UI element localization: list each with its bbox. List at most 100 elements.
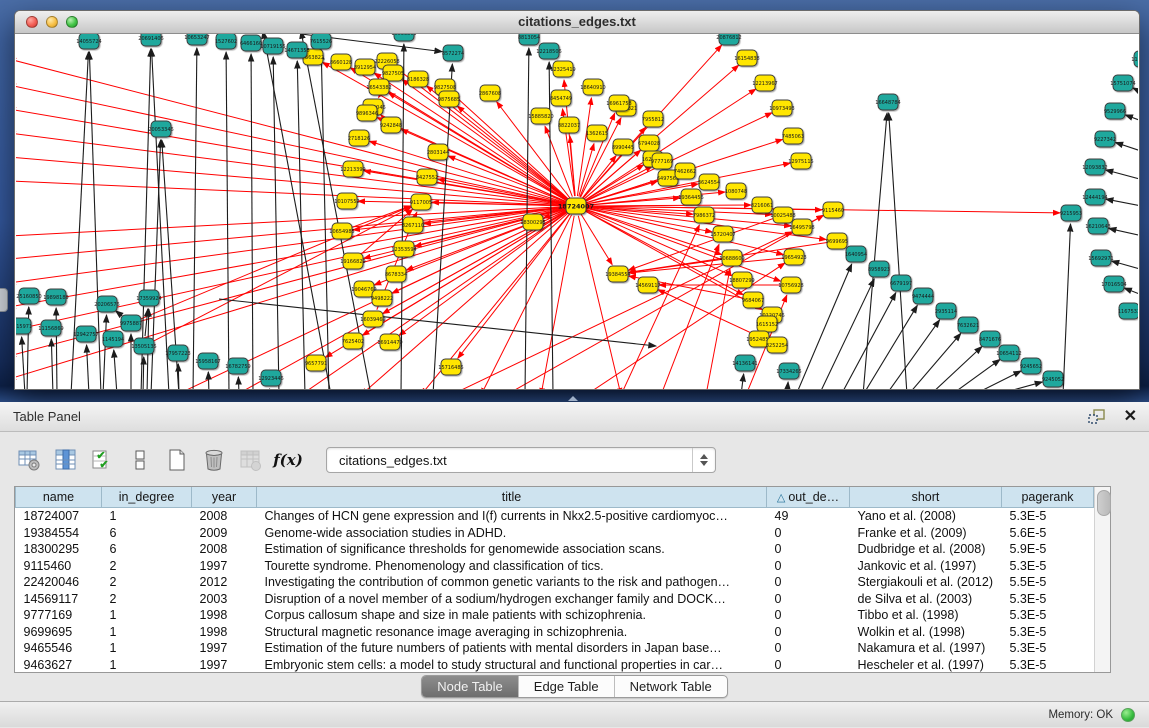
table-row[interactable]: 946362711997Embryonic stem cells: a mode…	[16, 657, 1094, 674]
column-header-name[interactable]: name	[16, 487, 102, 508]
window-titlebar[interactable]: citations_edges.txt	[15, 11, 1139, 34]
table-cell[interactable]: 2008	[192, 508, 257, 525]
table-cell[interactable]: Tourette syndrome. Phenomenology and cla…	[257, 558, 767, 575]
table-cell[interactable]: 22420046	[16, 574, 102, 591]
table-cell[interactable]: Embryonic stem cells: a model to study s…	[257, 657, 767, 674]
column-settings-button[interactable]	[16, 447, 42, 473]
table-cell[interactable]: 5.6E-5	[1002, 525, 1094, 542]
new-table-button[interactable]	[164, 447, 190, 473]
table-cell[interactable]: 1	[102, 640, 192, 657]
table-row[interactable]: 1938455462009Genome-wide association stu…	[16, 525, 1094, 542]
table-cell[interactable]: 0	[767, 624, 850, 641]
table-row[interactable]: 1456911722003Disruption of a novel membe…	[16, 591, 1094, 608]
table-selector-dropdown[interactable]: citations_edges.txt	[326, 447, 716, 473]
select-column-button[interactable]	[53, 447, 79, 473]
table-cell[interactable]: Estimation of significance thresholds fo…	[257, 541, 767, 558]
table-cell[interactable]: Franke et al. (2009)	[850, 525, 1002, 542]
splitter-grip[interactable]	[568, 396, 578, 401]
table-cell[interactable]: 1	[102, 607, 192, 624]
table-cell[interactable]: 6	[102, 525, 192, 542]
table-cell[interactable]: 0	[767, 558, 850, 575]
tab-node-table[interactable]: Node Table	[422, 676, 519, 697]
table-cell[interactable]: 1	[102, 624, 192, 641]
network-canvas[interactable]: 1872400718300295271812612213399101075521…	[16, 34, 1138, 389]
table-cell[interactable]: 1997	[192, 657, 257, 674]
table-cell[interactable]: Genome-wide association studies in ADHD.	[257, 525, 767, 542]
select-all-rows-button[interactable]: ✔✔	[90, 447, 116, 473]
table-cell[interactable]: Investigating the contribution of common…	[257, 574, 767, 591]
table-cell[interactable]: Nakamura et al. (1997)	[850, 640, 1002, 657]
table-cell[interactable]: 2009	[192, 525, 257, 542]
table-cell[interactable]: Wolkin et al. (1998)	[850, 624, 1002, 641]
table-cell[interactable]: 9463627	[16, 657, 102, 674]
table-cell[interactable]: 1997	[192, 558, 257, 575]
zoom-window-button[interactable]	[66, 16, 78, 28]
table-cell[interactable]: 5.5E-5	[1002, 574, 1094, 591]
table-row[interactable]: 2242004622012Investigating the contribut…	[16, 574, 1094, 591]
table-cell[interactable]: 2	[102, 591, 192, 608]
table-cell[interactable]: 1998	[192, 624, 257, 641]
table-cell[interactable]: 49	[767, 508, 850, 525]
table-cell[interactable]: 9465546	[16, 640, 102, 657]
table-cell[interactable]: 1997	[192, 640, 257, 657]
table-cell[interactable]: 0	[767, 657, 850, 674]
table-cell[interactable]: 18724007	[16, 508, 102, 525]
table-cell[interactable]: de Silva et al. (2003)	[850, 591, 1002, 608]
tab-edge-table[interactable]: Edge Table	[519, 676, 615, 697]
column-header-year[interactable]: year	[192, 487, 257, 508]
table-cell[interactable]: 5.3E-5	[1002, 607, 1094, 624]
close-panel-icon[interactable]: ✕	[1124, 402, 1137, 431]
table-cell[interactable]: 0	[767, 525, 850, 542]
table-cell[interactable]: 2	[102, 558, 192, 575]
table-cell[interactable]: 0	[767, 640, 850, 657]
table-row[interactable]: 969969511998Structural magnetic resonanc…	[16, 624, 1094, 641]
memory-status-indicator[interactable]	[1121, 708, 1135, 722]
table-cell[interactable]: 2012	[192, 574, 257, 591]
column-header-out_de[interactable]: △out_de…	[767, 487, 850, 508]
table-cell[interactable]: Stergiakouli et al. (2012)	[850, 574, 1002, 591]
table-cell[interactable]: 2	[102, 574, 192, 591]
table-cell[interactable]: 5.3E-5	[1002, 657, 1094, 674]
table-cell[interactable]: Structural magnetic resonance image aver…	[257, 624, 767, 641]
table-cell[interactable]: 0	[767, 574, 850, 591]
table-cell[interactable]: 18300295	[16, 541, 102, 558]
table-cell[interactable]: Yano et al. (2008)	[850, 508, 1002, 525]
tab-network-table[interactable]: Network Table	[615, 676, 727, 697]
table-cell[interactable]: 5.9E-5	[1002, 541, 1094, 558]
table-cell[interactable]: 5.3E-5	[1002, 624, 1094, 641]
float-panel-icon[interactable]	[1084, 404, 1110, 430]
table-cell[interactable]: 9777169	[16, 607, 102, 624]
table-cell[interactable]: Tibbo et al. (1998)	[850, 607, 1002, 624]
table-cell[interactable]: 5.3E-5	[1002, 558, 1094, 575]
table-row[interactable]: 1872400712008Changes of HCN gene express…	[16, 508, 1094, 525]
table-cell[interactable]: 5.3E-5	[1002, 640, 1094, 657]
table-row[interactable]: 1830029562008Estimation of significance …	[16, 541, 1094, 558]
table-cell[interactable]: Disruption of a novel member of a sodium…	[257, 591, 767, 608]
column-header-in_degree[interactable]: in_degree	[102, 487, 192, 508]
table-cell[interactable]: 1998	[192, 607, 257, 624]
minimize-window-button[interactable]	[46, 16, 58, 28]
table-row[interactable]: 977716911998Corpus callosum shape and si…	[16, 607, 1094, 624]
deselect-rows-button[interactable]	[127, 447, 153, 473]
table-cell[interactable]: Estimation of the future numbers of pati…	[257, 640, 767, 657]
column-header-pagerank[interactable]: pagerank	[1002, 487, 1094, 508]
table-cell[interactable]: Changes of HCN gene expression and I(f) …	[257, 508, 767, 525]
table-cell[interactable]: 2008	[192, 541, 257, 558]
table-cell[interactable]: 0	[767, 591, 850, 608]
table-cell[interactable]: 5.3E-5	[1002, 508, 1094, 525]
table-cell[interactable]: 2003	[192, 591, 257, 608]
close-window-button[interactable]	[26, 16, 38, 28]
table-cell[interactable]: 6	[102, 541, 192, 558]
table-cell[interactable]: Hescheler et al. (1997)	[850, 657, 1002, 674]
table-cell[interactable]: 19384554	[16, 525, 102, 542]
column-header-short[interactable]: short	[850, 487, 1002, 508]
table-cell[interactable]: 1	[102, 508, 192, 525]
table-cell[interactable]: 0	[767, 607, 850, 624]
delete-trash-button[interactable]	[201, 447, 227, 473]
column-header-title[interactable]: title	[257, 487, 767, 508]
scrollbar-thumb[interactable]	[1097, 490, 1111, 516]
table-cell[interactable]: 1	[102, 657, 192, 674]
table-cell[interactable]: 14569117	[16, 591, 102, 608]
table-cell[interactable]: Dudbridge et al. (2008)	[850, 541, 1002, 558]
function-builder-button[interactable]: f(x)	[275, 447, 301, 473]
